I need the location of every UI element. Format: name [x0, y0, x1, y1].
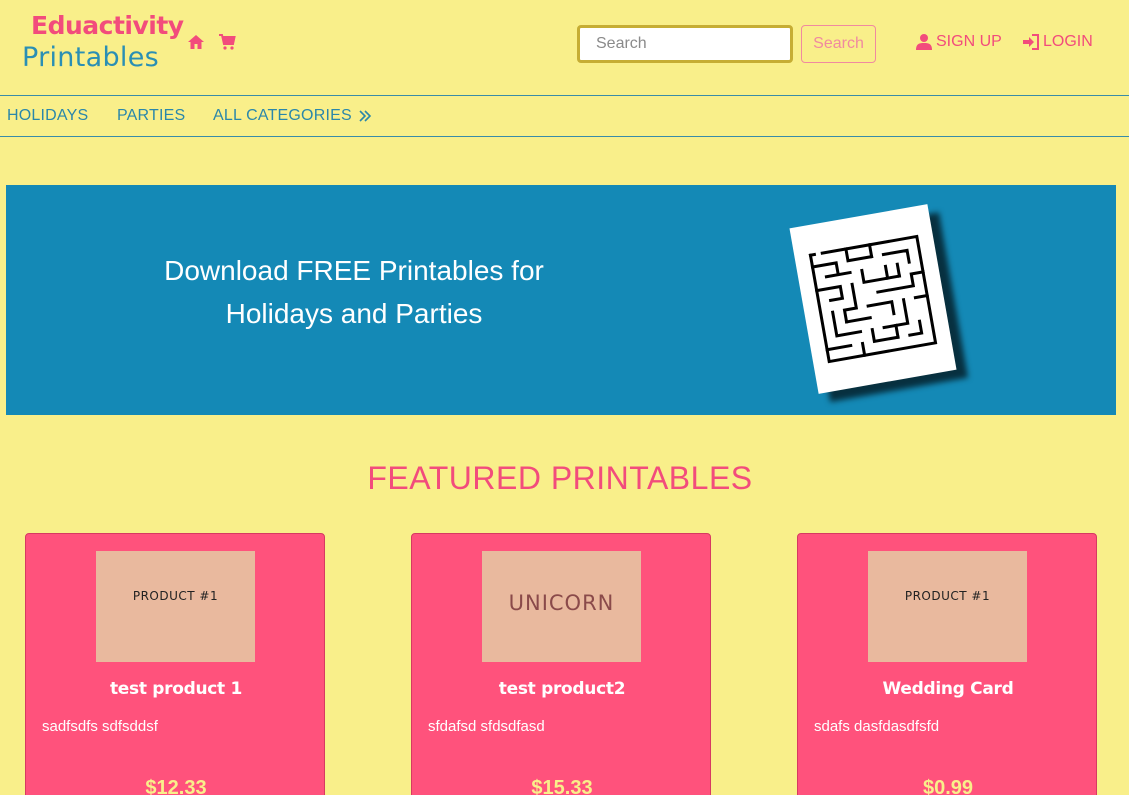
product-title[interactable]: test product 1	[26, 679, 326, 699]
user-icon	[916, 34, 932, 50]
product-description: sfdafsd sfdsdfasd	[428, 718, 545, 735]
login-label: LOGIN	[1043, 33, 1093, 50]
banner-line-2: Holidays and Parties	[225, 298, 483, 329]
signup-link[interactable]: SIGN UP	[915, 33, 1002, 51]
banner-line-1: Download FREE Printables for	[164, 255, 544, 286]
maze-printable-image	[789, 204, 957, 394]
login-link[interactable]: LOGIN	[1022, 33, 1093, 51]
product-title[interactable]: Wedding Card	[798, 679, 1098, 699]
product-thumbnail[interactable]: PRODUCT #1	[96, 551, 255, 662]
product-price: $0.99	[922, 777, 974, 795]
maze-graphic	[808, 234, 938, 364]
nav-item-holidays[interactable]: HOLIDAYS	[7, 107, 88, 125]
featured-heading: FEATURED PRINTABLES	[367, 460, 753, 496]
thumbnail-text: PRODUCT #1	[904, 589, 991, 603]
nav-item-label: PARTIES	[117, 107, 186, 124]
site-header: Eduactivity Printables Search SIGN UP LO…	[0, 0, 1129, 95]
product-thumbnail[interactable]: UNICORN	[482, 551, 641, 662]
sign-in-icon	[1023, 34, 1039, 50]
product-description: sadfsdfs sdfsddsf	[42, 718, 158, 735]
nav-item-label: HOLIDAYS	[7, 107, 89, 124]
nav-item-label: ALL CATEGORIES	[213, 107, 352, 124]
logo-bottom-text: Printables	[22, 42, 159, 73]
product-description: sdafs dasfdasdfsfd	[814, 718, 940, 735]
product-card[interactable]: PRODUCT #1 Wedding Card sdafs dasfdasdfs…	[797, 533, 1097, 795]
home-icon[interactable]	[187, 33, 205, 51]
hero-banner: Download FREE Printables for Holidays an…	[6, 185, 1116, 415]
logo-top-text: Eduactivity	[31, 11, 184, 40]
thumbnail-text: PRODUCT #1	[132, 589, 219, 603]
cart-icon[interactable]	[218, 33, 236, 51]
product-thumbnail[interactable]: PRODUCT #1	[868, 551, 1027, 662]
product-title[interactable]: test product2	[412, 679, 712, 699]
product-card[interactable]: UNICORN test product2 sfdafsd sfdsdfasd …	[411, 533, 711, 795]
thumbnail-text: UNICORN	[508, 591, 615, 615]
site-logo[interactable]: Eduactivity Printables	[22, 10, 184, 74]
signup-label: SIGN UP	[936, 33, 1002, 50]
product-price: $12.33	[145, 777, 207, 795]
search-input[interactable]	[577, 25, 793, 63]
search-button[interactable]: Search	[801, 25, 876, 63]
product-price: $15.33	[531, 777, 593, 795]
nav-item-all-categories[interactable]: ALL CATEGORIES	[213, 107, 372, 125]
double-chevron-right-icon	[359, 110, 371, 122]
nav-item-parties[interactable]: PARTIES	[117, 107, 185, 125]
category-nav: HOLIDAYS PARTIES ALL CATEGORIES	[0, 95, 1129, 137]
product-card[interactable]: PRODUCT #1 test product 1 sadfsdfs sdfsd…	[25, 533, 325, 795]
banner-headline: Download FREE Printables for Holidays an…	[114, 249, 594, 335]
